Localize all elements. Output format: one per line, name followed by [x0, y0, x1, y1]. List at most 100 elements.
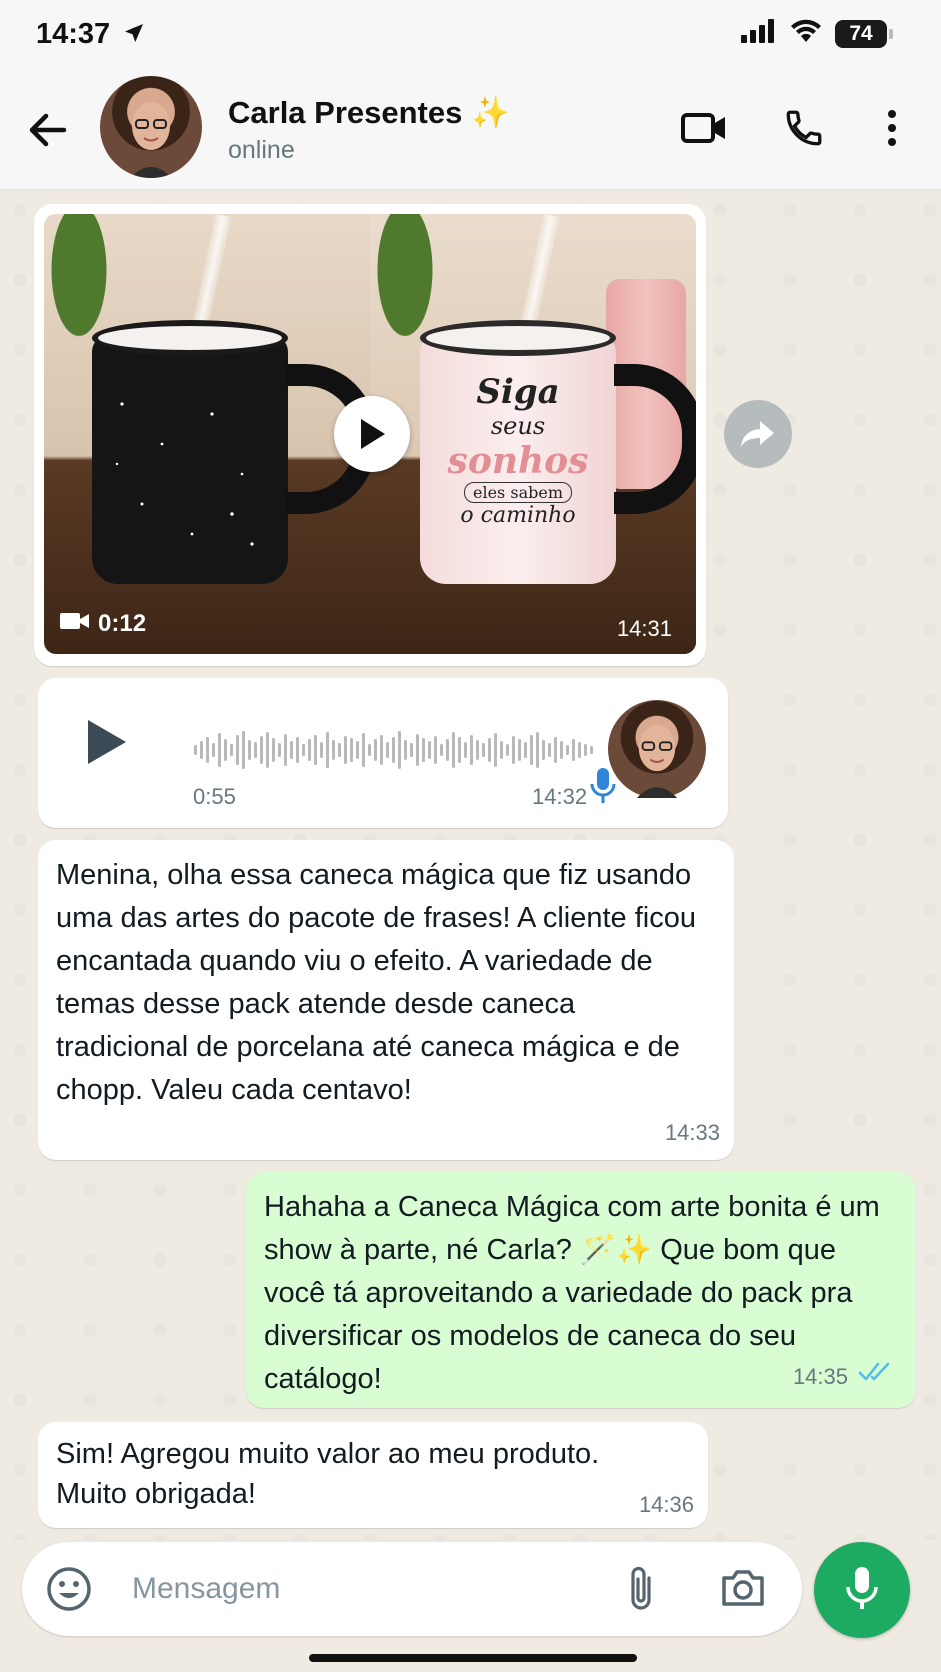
waveform-bar [422, 738, 425, 762]
message-text: Sim! Agregou muito valor ao meu produto.… [56, 1438, 600, 1510]
read-double-check-icon [858, 1361, 894, 1388]
status-time: 14:37 [36, 18, 111, 50]
waveform-bar [230, 744, 233, 756]
message-time: 14:31 [616, 616, 672, 641]
waveform-bar [578, 742, 581, 758]
waveform-bar [584, 744, 587, 756]
more-options-icon[interactable] [864, 100, 920, 156]
waveform-bar [440, 744, 443, 756]
location-arrow-icon [122, 20, 146, 51]
mug-text-line4: eles sabem [464, 482, 572, 503]
waveform-bar [566, 745, 569, 755]
waveform-bar [332, 740, 335, 760]
waveform-bar [284, 734, 287, 766]
contact-status: online [228, 136, 295, 164]
waveform-bar [530, 735, 533, 765]
waveform-bar [536, 732, 539, 768]
waveform-bar [500, 741, 503, 759]
phone-call-icon[interactable] [776, 100, 832, 156]
audio-waveform[interactable] [194, 728, 594, 772]
message-time: 14:33 [664, 1120, 720, 1145]
camera-icon[interactable] [720, 1566, 770, 1612]
message-input[interactable] [132, 1564, 572, 1614]
waveform-bar [260, 736, 263, 764]
wifi-icon [789, 18, 823, 49]
outgoing-message[interactable]: Hahaha a Caneca Mágica com arte bonita é… [246, 1172, 916, 1408]
waveform-bar [470, 735, 473, 765]
back-arrow-icon[interactable] [24, 106, 72, 154]
waveform-bar [206, 737, 209, 763]
incoming-message[interactable]: Menina, olha essa caneca mágica que fiz … [38, 840, 734, 1160]
waveform-bar [338, 743, 341, 757]
message-time: 14:32 [532, 784, 588, 809]
mug-text-line3: sonhos [447, 440, 589, 482]
waveform-bar [548, 743, 551, 757]
waveform-bar [374, 739, 377, 761]
waveform-bar [482, 743, 485, 757]
waveform-bar [236, 735, 239, 765]
message-time: 14:35 [792, 1364, 848, 1389]
waveform-bar [554, 737, 557, 763]
waveform-bar [194, 745, 197, 755]
message-composer [22, 1542, 802, 1636]
waveform-bar [518, 739, 521, 761]
waveform-bar [362, 733, 365, 767]
waveform-bar [224, 739, 227, 761]
waveform-bar [488, 738, 491, 762]
video-duration: 0:12 [98, 610, 147, 637]
waveform-bar [290, 741, 293, 759]
contact-avatar[interactable] [100, 76, 202, 178]
waveform-bar [494, 733, 497, 767]
battery-icon: 74 [835, 19, 893, 48]
waveform-bar [266, 732, 269, 768]
waveform-bar [434, 736, 437, 764]
waveform-bar [524, 742, 527, 758]
waveform-bar [212, 743, 215, 757]
waveform-bar [446, 739, 449, 761]
waveform-bar [398, 731, 401, 769]
video-thumbnail[interactable]: Siga seus sonhos eles sabem o caminho 0:… [44, 214, 696, 654]
contact-name[interactable]: Carla Presentes ✨ [228, 94, 510, 131]
incoming-message[interactable]: Sim! Agregou muito valor ao meu produto.… [38, 1422, 708, 1528]
waveform-bar [464, 742, 467, 758]
waveform-bar [416, 734, 419, 766]
waveform-bar [560, 741, 563, 759]
attach-paperclip-icon[interactable] [622, 1564, 668, 1614]
signal-icon [741, 19, 777, 48]
sender-avatar [608, 700, 706, 798]
record-voice-button[interactable] [814, 1542, 910, 1638]
forward-icon[interactable] [724, 400, 792, 468]
video-play-button[interactable] [334, 396, 410, 472]
waveform-bar [254, 742, 257, 758]
chat-header: Carla Presentes ✨ online [0, 70, 941, 190]
waveform-bar [326, 732, 329, 768]
waveform-bar [476, 740, 479, 760]
waveform-bar [248, 740, 251, 760]
voice-message[interactable]: 0:55 14:32 [38, 678, 728, 828]
waveform-bar [242, 731, 245, 769]
video-message[interactable]: Siga seus sonhos eles sabem o caminho 0:… [34, 204, 706, 666]
waveform-bar [512, 736, 515, 764]
waveform-bar [308, 739, 311, 761]
waveform-bar [278, 743, 281, 757]
waveform-bar [410, 743, 413, 757]
audio-play-icon[interactable] [76, 714, 132, 770]
waveform-bar [392, 737, 395, 763]
waveform-bar [428, 741, 431, 759]
waveform-bar [272, 738, 275, 762]
waveform-bar [386, 742, 389, 758]
message-time: 14:36 [638, 1492, 694, 1517]
mug-text-line5: o caminho [460, 503, 576, 528]
video-call-icon[interactable] [676, 100, 732, 156]
status-bar: 14:37 74 [0, 0, 941, 70]
video-camera-icon [60, 610, 90, 638]
emoji-icon[interactable] [46, 1566, 92, 1612]
audio-duration: 0:55 [193, 784, 236, 809]
waveform-bar [458, 737, 461, 763]
waveform-bar [356, 741, 359, 759]
home-indicator[interactable] [309, 1654, 637, 1662]
waveform-bar [506, 744, 509, 756]
mug-text-line2: seus [490, 412, 546, 440]
waveform-bar [314, 735, 317, 765]
waveform-bar [542, 740, 545, 760]
